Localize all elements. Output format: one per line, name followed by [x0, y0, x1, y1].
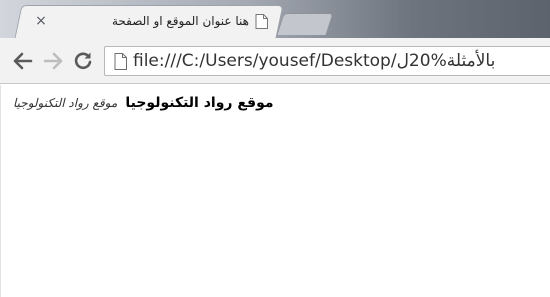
- tab-title: هنا عنوان الموقع او الصفحة: [111, 14, 249, 28]
- back-button[interactable]: [10, 48, 36, 74]
- tab-close-icon[interactable]: ×: [30, 13, 52, 29]
- arrow-left-icon: [13, 52, 33, 70]
- address-bar[interactable]: file:///C:/Users/yousef/Desktop/بالأمثلة…: [104, 46, 550, 76]
- reload-button[interactable]: [70, 48, 96, 74]
- page-content: موقع رواد التكنولوجيا موقع رواد التكنولو…: [0, 85, 550, 297]
- new-tab-button[interactable]: [276, 13, 334, 35]
- url-text[interactable]: file:///C:/Users/yousef/Desktop/بالأمثلة…: [133, 51, 495, 71]
- tab-page-icon: [255, 13, 268, 29]
- page-icon: [114, 52, 127, 70]
- forward-button[interactable]: [40, 48, 66, 74]
- window-titlebar: × هنا عنوان الموقع او الصفحة: [0, 0, 550, 38]
- browser-tab-contents: × هنا عنوان الموقع او الصفحة: [30, 9, 268, 33]
- bold-site-name: موقع رواد التكنولوجيا: [125, 95, 274, 111]
- browser-toolbar: file:///C:/Users/yousef/Desktop/بالأمثلة…: [0, 38, 550, 84]
- reload-icon: [74, 52, 92, 70]
- arrow-right-icon: [43, 52, 63, 70]
- page-text-line: موقع رواد التكنولوجيا موقع رواد التكنولو…: [13, 92, 274, 111]
- italic-site-name: موقع رواد التكنولوجيا: [13, 96, 118, 110]
